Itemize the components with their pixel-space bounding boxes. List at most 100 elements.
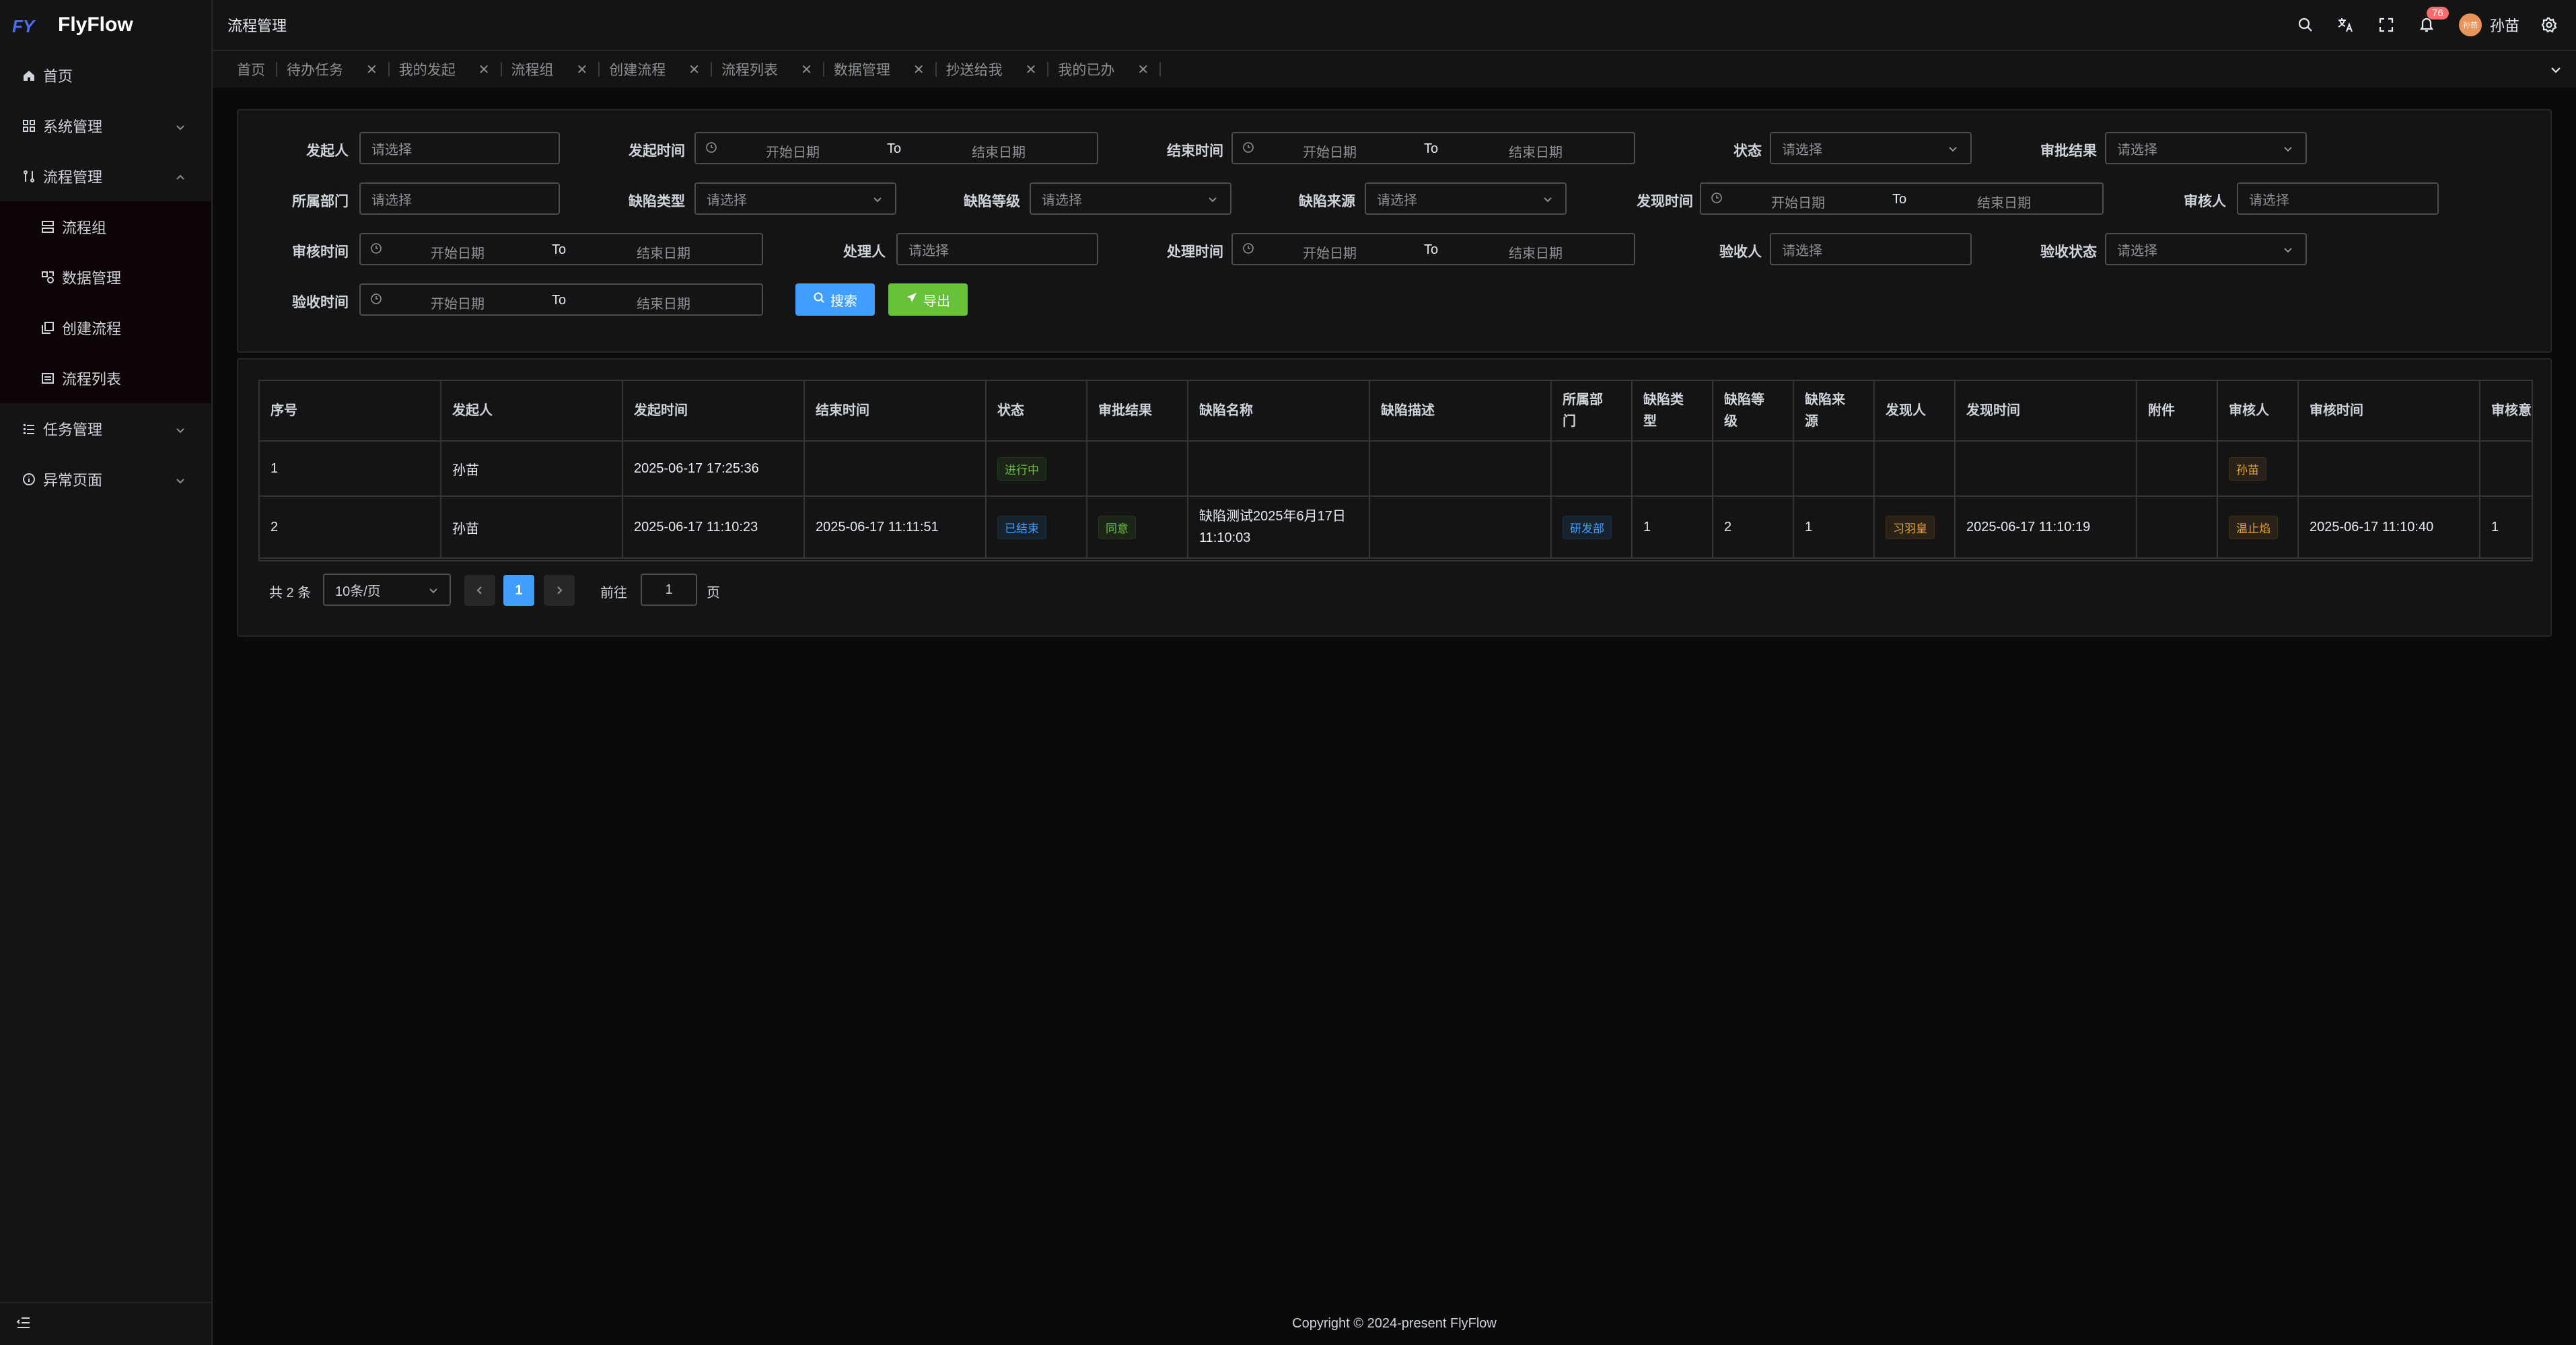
label-defect-level: 缺陷等级 <box>964 194 1020 209</box>
acceptor-input[interactable]: 请选择 <box>1770 233 1972 265</box>
tab-home[interactable]: 首页 <box>237 56 287 83</box>
fullscreen-icon[interactable] <box>2366 0 2406 50</box>
close-icon[interactable]: ✕ <box>1137 61 1149 78</box>
sidebar-collapse-button[interactable] <box>0 1302 211 1345</box>
close-icon[interactable]: ✕ <box>577 61 588 78</box>
close-icon[interactable]: ✕ <box>913 61 925 78</box>
col-header[interactable]: 结束时间 <box>805 381 987 442</box>
col-header[interactable]: 审核人 <box>2218 381 2299 442</box>
defect-level-select[interactable]: 请选择 <box>1030 182 1231 215</box>
col-header[interactable]: 发现人 <box>1875 381 1956 442</box>
col-header[interactable]: 缺陷来源 <box>1794 381 1875 442</box>
col-header[interactable]: 缺陷等级 <box>1713 381 1794 442</box>
tab-cc-me[interactable]: 抄送给我 ✕ <box>946 56 1059 83</box>
col-header[interactable]: 审核时间 <box>2299 381 2480 442</box>
status-select[interactable]: 请选择 <box>1770 132 1972 164</box>
tabs-dropdown-icon[interactable] <box>2549 63 2563 80</box>
initiator-input[interactable]: 请选择 <box>359 132 560 164</box>
col-header[interactable]: 序号 <box>260 381 441 442</box>
acceptance-status-select[interactable]: 请选择 <box>2105 233 2307 265</box>
col-header[interactable]: 发起时间 <box>623 381 805 442</box>
label-end-time: 结束时间 <box>1167 143 1223 159</box>
review-time-range[interactable]: 开始日期 To 结束日期 <box>359 233 763 265</box>
notification-bell-icon[interactable]: 76 <box>2406 0 2449 50</box>
grid-icon <box>22 118 36 133</box>
defect-source-select[interactable]: 请选择 <box>1365 182 1567 215</box>
tab-data-manage[interactable]: 数据管理 ✕ <box>834 56 946 83</box>
logo[interactable]: FY FlyFlow <box>0 0 211 50</box>
approval-result-select[interactable]: 请选择 <box>2105 132 2307 164</box>
defect-type-select[interactable]: 请选择 <box>694 182 896 215</box>
department-input[interactable]: 请选择 <box>359 182 560 215</box>
sidebar-item-flow[interactable]: 流程管理 <box>0 151 211 201</box>
tab-my-started[interactable]: 我的发起 ✕ <box>399 56 511 83</box>
gear-icon[interactable] <box>2536 0 2563 50</box>
close-icon[interactable]: ✕ <box>366 61 378 78</box>
col-header[interactable]: 状态 <box>987 381 1087 442</box>
avatar[interactable]: 孙苗 <box>2458 13 2482 36</box>
close-icon[interactable]: ✕ <box>801 61 812 78</box>
sidebar-item-data-manage[interactable]: 数据管理 <box>0 252 211 302</box>
username[interactable]: 孙苗 <box>2490 14 2519 36</box>
reviewer-input[interactable]: 请选择 <box>2237 182 2439 215</box>
handler-input[interactable]: 请选择 <box>896 233 1098 265</box>
discovery-time-range[interactable]: 开始日期 To 结束日期 <box>1700 182 2104 215</box>
translate-icon[interactable] <box>2326 0 2366 50</box>
cell-start-time: 2025-06-17 11:10:23 <box>623 497 805 559</box>
sidebar-item-error[interactable]: 异常页面 <box>0 454 211 504</box>
clock-icon <box>1711 192 1723 208</box>
end-time-range[interactable]: 开始日期 To 结束日期 <box>1231 132 1635 164</box>
cell-defect-desc <box>1370 497 1552 559</box>
app-name: FlyFlow <box>58 13 133 36</box>
sidebar-item-label: 创建流程 <box>62 320 122 337</box>
acceptance-time-range[interactable]: 开始日期 To 结束日期 <box>359 283 763 316</box>
sidebar-item-task[interactable]: 任务管理 <box>0 403 211 454</box>
clock-icon <box>1242 141 1254 158</box>
cell-reviewer: 孙苗 <box>2218 442 2299 497</box>
close-icon[interactable]: ✕ <box>688 61 700 78</box>
page-number-button[interactable]: 1 <box>503 575 534 606</box>
close-icon[interactable]: ✕ <box>478 61 490 78</box>
export-button[interactable]: 导出 <box>888 283 968 316</box>
sidebar-item-flow-list[interactable]: 流程列表 <box>0 353 211 403</box>
app-root: FY FlyFlow 首页 系统管理 流程管理 流程组 数据管理 创建流程 流程… <box>0 0 2576 1345</box>
goto-page-input[interactable]: 1 <box>641 574 697 606</box>
status-badge: 进行中 <box>997 456 1046 481</box>
tab-flow-list[interactable]: 流程列表 ✕ <box>721 56 834 83</box>
sidebar-item-system[interactable]: 系统管理 <box>0 100 211 151</box>
col-header[interactable]: 审核意 <box>2480 381 2532 442</box>
tab-todo[interactable]: 待办任务 ✕ <box>287 56 399 83</box>
send-icon <box>906 291 918 308</box>
col-header[interactable]: 所属部门 <box>1552 381 1633 442</box>
handle-time-range[interactable]: 开始日期 To 结束日期 <box>1231 233 1635 265</box>
sidebar-item-flow-group[interactable]: 流程组 <box>0 201 211 252</box>
approval-result-value: 请选择 <box>2117 142 2157 158</box>
tab-my-done[interactable]: 我的已办 ✕ <box>1058 56 1170 83</box>
search-icon[interactable] <box>2285 0 2326 50</box>
col-header[interactable]: 缺陷类型 <box>1633 381 1713 442</box>
col-header[interactable]: 附件 <box>2137 381 2218 442</box>
col-header[interactable]: 发起人 <box>441 381 623 442</box>
col-header[interactable]: 发现时间 <box>1956 381 2137 442</box>
start-time-range[interactable]: 开始日期 To 结束日期 <box>694 132 1098 164</box>
cell-defect-name: 缺陷测试2025年6月17日 11:10:03 <box>1188 497 1370 559</box>
next-page-button[interactable] <box>544 575 575 606</box>
sidebar-item-create-flow[interactable]: 创建流程 <box>0 302 211 353</box>
finder-tag: 习羽皇 <box>1886 515 1935 539</box>
prev-page-button[interactable] <box>464 575 495 606</box>
tab-label: 流程组 <box>511 63 554 78</box>
cell-found-time: 2025-06-17 11:10:19 <box>1956 497 2137 559</box>
page-size-select[interactable]: 10条/页 <box>323 574 451 606</box>
sidebar-item-home[interactable]: 首页 <box>0 50 211 100</box>
tab-create-flow[interactable]: 创建流程 ✕ <box>609 56 721 83</box>
range-start: 开始日期 <box>431 246 485 261</box>
search-button[interactable]: 搜索 <box>795 283 875 316</box>
defect-source-value: 请选择 <box>1377 193 1417 208</box>
close-icon[interactable]: ✕ <box>1026 61 1037 78</box>
cell-start-time: 2025-06-17 17:25:36 <box>623 442 805 497</box>
cell-type: 1 <box>1633 497 1713 559</box>
col-header[interactable]: 缺陷名称 <box>1188 381 1370 442</box>
tab-flow-group[interactable]: 流程组 ✕ <box>511 56 610 83</box>
col-header[interactable]: 审批结果 <box>1087 381 1188 442</box>
col-header[interactable]: 缺陷描述 <box>1370 381 1552 442</box>
